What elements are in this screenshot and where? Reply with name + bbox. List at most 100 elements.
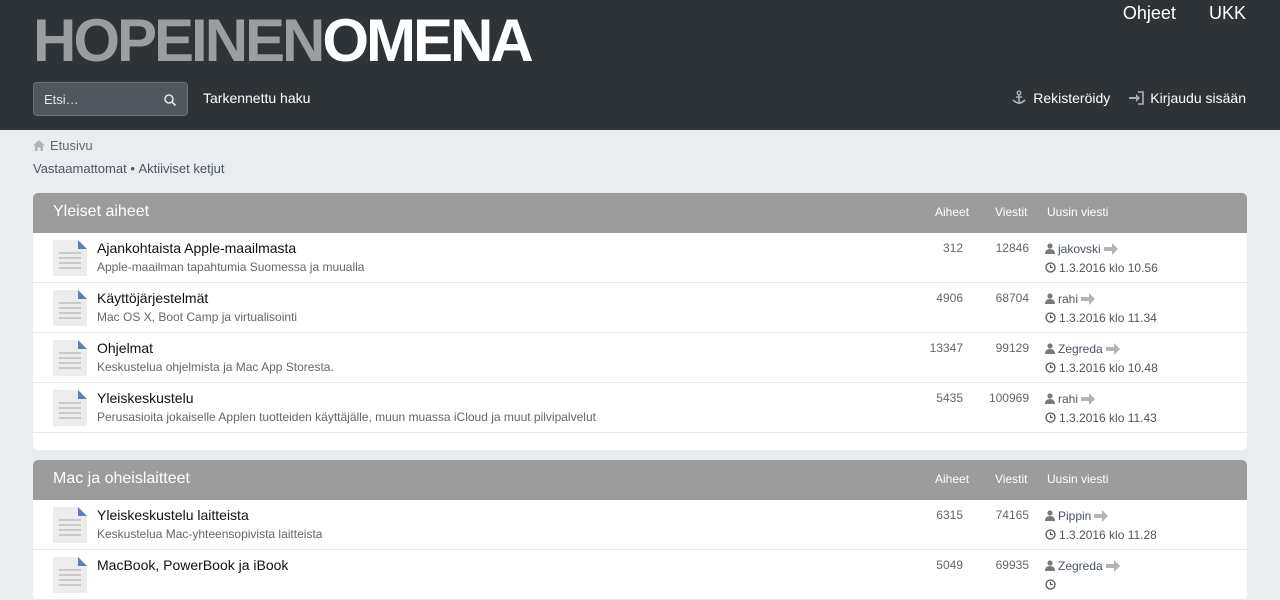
forum-section-header: Mac ja oheislaitteet Aiheet Viestit Uusi… — [33, 460, 1247, 500]
site-logo[interactable]: HOPEINENOMENA — [33, 6, 534, 76]
user-icon — [1045, 293, 1055, 304]
user-links: Rekisteröidy Kirjaudu sisään — [993, 90, 1246, 106]
home-icon — [33, 139, 45, 151]
author-link[interactable]: Pippin — [1058, 509, 1091, 523]
top-links: Ohjeet UKK — [1095, 3, 1246, 24]
column-topics: Aiheet — [935, 472, 970, 486]
section-title[interactable]: Yleiset aiheet — [53, 203, 149, 221]
forum-description: Keskustelua Mac-yhteensopivista laitteis… — [97, 527, 323, 541]
forum-name-link[interactable]: MacBook, PowerBook ja iBook — [97, 557, 288, 573]
logo-text-part1: HOPEINEN — [33, 7, 325, 74]
latest-post-date: 1.3.2016 klo 11.34 — [1045, 309, 1157, 326]
advanced-search-link[interactable]: Tarkennettu haku — [203, 90, 310, 106]
user-icon — [1045, 510, 1055, 521]
forum-name-link[interactable]: Yleiskeskustelu — [97, 390, 194, 406]
go-to-post-icon[interactable] — [1081, 292, 1096, 306]
go-to-post-icon[interactable] — [1105, 342, 1121, 356]
user-icon — [1045, 393, 1055, 404]
go-to-post-icon[interactable] — [1103, 242, 1119, 256]
forum-description: Mac OS X, Boot Camp ja virtualisointi — [97, 310, 298, 324]
forum-row: Ajankohtaista Apple-maailmasta Apple-maai… — [33, 233, 1247, 283]
latest-post-author: rahi — [1045, 290, 1157, 307]
forum-name-link[interactable]: Käyttöjärjestelmät — [97, 290, 208, 306]
column-posts: Viestit — [995, 472, 1028, 486]
topic-count: 4906 — [936, 291, 963, 305]
author-link[interactable]: rahi — [1058, 292, 1078, 306]
topic-count: 5049 — [936, 558, 963, 572]
register-link[interactable]: Rekisteröidy — [1011, 90, 1110, 106]
forum-row: Yleiskeskustelu Perusasioita jokaiselle A… — [33, 383, 1247, 433]
active-topics-link[interactable]: Aktiiviset ketjut — [138, 161, 224, 176]
latest-post-date — [1045, 576, 1121, 593]
faq-link[interactable]: UKK — [1209, 3, 1246, 23]
breadcrumb-home[interactable]: Etusivu — [33, 136, 1280, 154]
forum-row: Yleiskeskustelu laitteista Keskustelua Ma… — [33, 500, 1247, 550]
column-latest: Uusin viesti — [1047, 472, 1109, 486]
author-link[interactable]: jakovski — [1058, 242, 1101, 256]
forum-section-mac: Mac ja oheislaitteet Aiheet Viestit Uusi… — [33, 460, 1247, 600]
author-link[interactable]: Zegreda — [1058, 342, 1103, 356]
anchor-icon — [1012, 90, 1026, 104]
date-text: 1.3.2016 klo 10.48 — [1059, 360, 1158, 375]
quick-links: Vastaamattomat • Aktiiviset ketjut — [33, 159, 1280, 177]
author-link[interactable]: rahi — [1058, 392, 1078, 406]
forum-name-link[interactable]: Yleiskeskustelu laitteista — [97, 507, 249, 523]
breadcrumb-home-label: Etusivu — [50, 137, 93, 153]
clock-icon — [1045, 412, 1056, 423]
forum-read-icon — [53, 507, 87, 543]
latest-post-author: jakovski — [1045, 240, 1158, 257]
forum-description: Apple-maailman tapahtumia Suomessa ja mu… — [97, 260, 365, 274]
latest-post: jakovski 1.3.2016 klo 10.56 — [1045, 240, 1158, 276]
search-box — [33, 82, 188, 116]
latest-post-author: Zegreda — [1045, 340, 1158, 357]
forum-section-header: Yleiset aiheet Aiheet Viestit Uusin vies… — [33, 193, 1247, 233]
forum-read-icon — [53, 290, 87, 326]
login-label: Kirjaudu sisään — [1150, 90, 1246, 106]
latest-post: Zegreda 1.3.2016 klo 10.48 — [1045, 340, 1158, 376]
login-link[interactable]: Kirjaudu sisään — [1128, 90, 1246, 106]
forum-name-link[interactable]: Ajankohtaista Apple-maailmasta — [97, 240, 296, 256]
latest-post-date: 1.3.2016 klo 10.48 — [1045, 359, 1158, 376]
forum-read-icon — [53, 340, 87, 376]
breadcrumb: Etusivu Vastaamattomat • Aktiiviset ketj… — [0, 130, 1280, 177]
column-latest: Uusin viesti — [1047, 205, 1109, 219]
sign-in-icon — [1129, 91, 1145, 105]
column-topics: Aiheet — [935, 205, 970, 219]
unanswered-link[interactable]: Vastaamattomat — [33, 161, 127, 176]
topic-count: 5435 — [936, 391, 963, 405]
post-count: 12846 — [995, 241, 1029, 255]
latest-post-date: 1.3.2016 klo 11.43 — [1045, 409, 1157, 426]
logo-text-part2: OMENA — [322, 7, 533, 74]
forum-name-link[interactable]: Ohjelmat — [97, 340, 153, 356]
search-input[interactable] — [34, 83, 164, 115]
latest-post: rahi 1.3.2016 klo 11.34 — [1045, 290, 1157, 326]
clock-icon — [1045, 262, 1056, 273]
search-icon[interactable] — [163, 93, 177, 107]
forum-description: Perusasioita jokaiselle Applen tuotteide… — [97, 410, 596, 424]
date-text: 1.3.2016 klo 11.34 — [1059, 310, 1157, 325]
latest-post: Zegreda — [1045, 557, 1121, 593]
clock-icon — [1045, 312, 1056, 323]
separator: • — [126, 160, 139, 176]
date-text: 1.3.2016 klo 10.56 — [1059, 260, 1158, 275]
go-to-post-icon[interactable] — [1081, 392, 1096, 406]
latest-post: Pippin 1.3.2016 klo 11.28 — [1045, 507, 1157, 543]
latest-post-author: rahi — [1045, 390, 1157, 407]
forum-read-icon — [53, 390, 87, 426]
post-count: 74165 — [995, 508, 1029, 522]
forum-read-icon — [53, 557, 87, 593]
user-icon — [1045, 243, 1055, 254]
clock-icon — [1045, 529, 1056, 540]
latest-post-author: Pippin — [1045, 507, 1157, 524]
date-text: 1.3.2016 klo 11.43 — [1059, 410, 1157, 425]
clock-icon — [1045, 579, 1056, 590]
section-title[interactable]: Mac ja oheislaitteet — [53, 470, 190, 488]
latest-post-date: 1.3.2016 klo 10.56 — [1045, 259, 1158, 276]
go-to-post-icon[interactable] — [1094, 509, 1109, 523]
forum-description: Keskustelua ohjelmista ja Mac App Stores… — [97, 360, 334, 374]
help-link[interactable]: Ohjeet — [1123, 3, 1176, 23]
register-label: Rekisteröidy — [1033, 90, 1111, 106]
latest-post-date: 1.3.2016 klo 11.28 — [1045, 526, 1157, 543]
forum-row: Ohjelmat Keskustelua ohjelmista ja Mac Ap… — [33, 333, 1247, 383]
topic-count: 13347 — [929, 341, 963, 355]
